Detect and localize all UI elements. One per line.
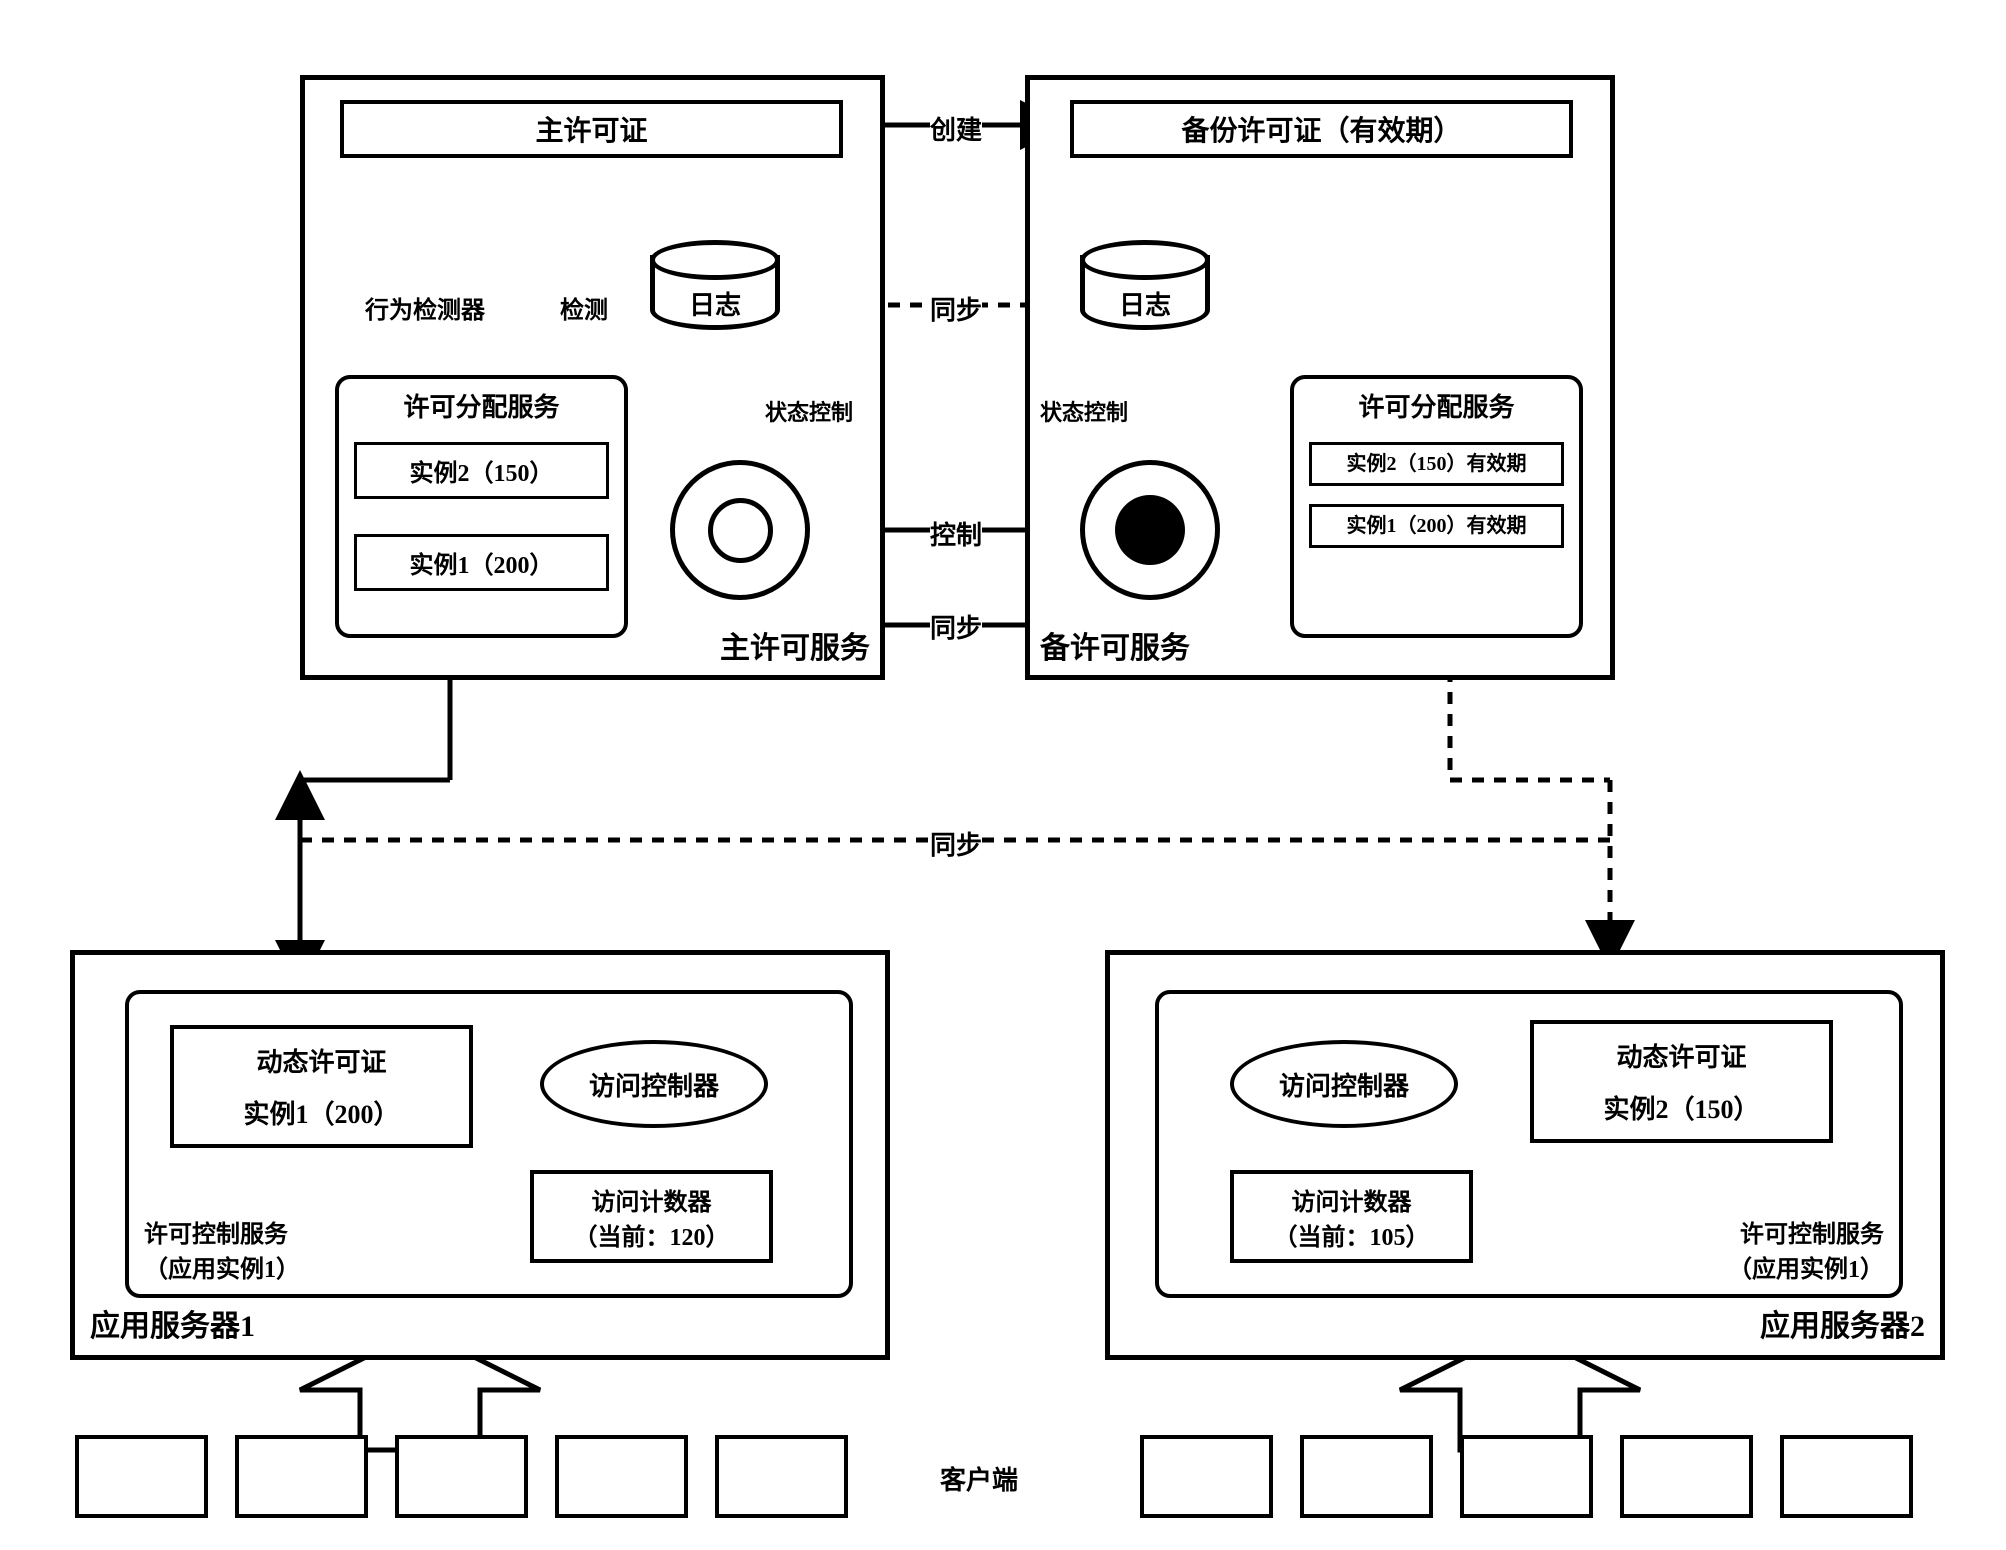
- main-state-control-label: 状态控制: [765, 395, 853, 427]
- server1-dl-title: 动态许可证: [256, 1042, 386, 1079]
- server1-counter: 访问计数器 （当前：120）: [530, 1170, 773, 1263]
- app-server-2-title: 应用服务器2: [1760, 1301, 1925, 1345]
- client-rect: [1620, 1435, 1753, 1518]
- backup-instance1: 实例1（200）有效期: [1309, 504, 1564, 548]
- main-log-cylinder: 日志: [650, 255, 780, 330]
- main-instance2: 实例2（150）: [354, 442, 609, 499]
- donut-filled-icon: [1115, 495, 1185, 565]
- backup-license: 备份许可证（有效期）: [1070, 100, 1573, 158]
- behavior-detector: 行为检测器: [365, 290, 485, 325]
- main-alloc-title: 许可分配服务: [339, 379, 624, 432]
- main-state-indicator: [670, 460, 810, 600]
- sync-alloc-label: 同步: [930, 608, 982, 645]
- backup-state-control-label: 状态控制: [1040, 395, 1128, 427]
- client-rect: [715, 1435, 848, 1518]
- architecture-diagram: 主许可服务 主许可证 行为检测器 检测 日志 许可分配服务 实例2（150） 实…: [20, 20, 1986, 1530]
- main-alloc-service: 许可分配服务 实例2（150） 实例1（200）: [335, 375, 628, 638]
- server1-ctrl-label: 许可控制服务（应用实例1）: [144, 1214, 324, 1284]
- server1-counter-title: 访问计数器: [592, 1182, 712, 1217]
- backup-log-cylinder: 日志: [1080, 255, 1210, 330]
- backup-service-title: 备许可服务: [1040, 623, 1190, 667]
- client-rect: [555, 1435, 688, 1518]
- client-rect: [395, 1435, 528, 1518]
- client-rect: [1780, 1435, 1913, 1518]
- server1-dl-inst: 实例1（200）: [243, 1094, 399, 1131]
- server2-counter-title: 访问计数器: [1292, 1182, 1412, 1217]
- donut-hole-icon: [708, 498, 773, 563]
- control-label: 控制: [930, 515, 982, 552]
- server2-dl-title: 动态许可证: [1616, 1037, 1746, 1074]
- backup-license-label: 备份许可证（有效期）: [1181, 109, 1461, 149]
- server2-counter-val: （当前：105）: [1274, 1217, 1430, 1252]
- server2-dynamic-license: 动态许可证 实例2（150）: [1530, 1020, 1833, 1143]
- backup-state-indicator: [1080, 460, 1220, 600]
- server2-ctrl-label: 许可控制服务（应用实例1）: [1704, 1214, 1884, 1284]
- server1-dynamic-license: 动态许可证 实例1（200）: [170, 1025, 473, 1148]
- backup-alloc-title: 许可分配服务: [1294, 379, 1579, 432]
- main-service-title: 主许可服务: [720, 623, 870, 667]
- server2-ac-label: 访问控制器: [1279, 1066, 1409, 1103]
- backup-alloc-service: 许可分配服务 实例2（150）有效期 实例1（200）有效期: [1290, 375, 1583, 638]
- client-rect: [1460, 1435, 1593, 1518]
- server1-ac-label: 访问控制器: [589, 1066, 719, 1103]
- server1-access-controller: 访问控制器: [540, 1040, 768, 1128]
- sync-log-label: 同步: [930, 290, 982, 327]
- client-rect: [75, 1435, 208, 1518]
- main-license-label: 主许可证: [535, 109, 647, 149]
- server1-counter-val: （当前：120）: [574, 1217, 730, 1252]
- server2-dl-inst: 实例2（150）: [1603, 1089, 1759, 1126]
- server2-access-controller: 访问控制器: [1230, 1040, 1458, 1128]
- client-rect: [1140, 1435, 1273, 1518]
- app-server-1-title: 应用服务器1: [90, 1301, 255, 1345]
- client-rect: [235, 1435, 368, 1518]
- detect-label: 检测: [560, 290, 608, 325]
- server2-counter: 访问计数器 （当前：105）: [1230, 1170, 1473, 1263]
- main-instance1: 实例1（200）: [354, 534, 609, 591]
- backup-log-label: 日志: [1080, 285, 1210, 322]
- backup-instance2: 实例2（150）有效期: [1309, 442, 1564, 486]
- main-license: 主许可证: [340, 100, 843, 158]
- client-label: 客户端: [940, 1460, 1018, 1497]
- main-log-label: 日志: [650, 285, 780, 322]
- client-rect: [1300, 1435, 1433, 1518]
- create-label: 创建: [930, 110, 982, 147]
- middle-sync-label: 同步: [930, 825, 982, 862]
